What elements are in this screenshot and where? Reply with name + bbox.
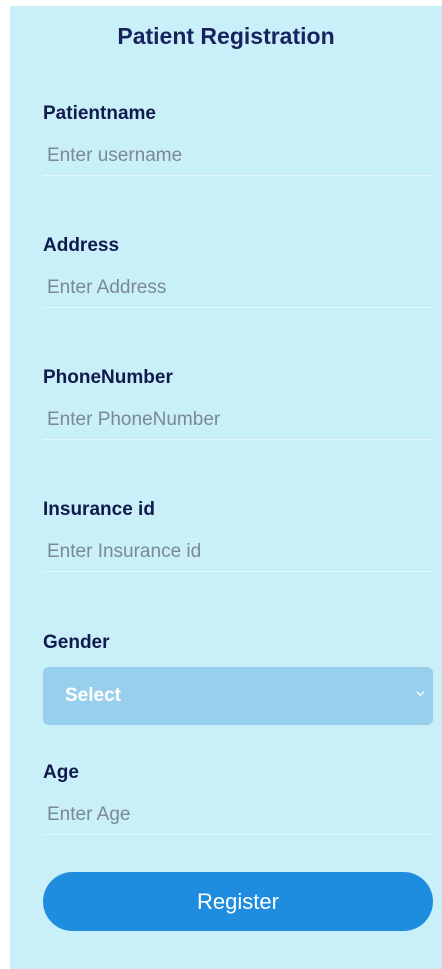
gender-select[interactable]: Select <box>43 667 433 725</box>
insurance-input[interactable] <box>43 532 433 572</box>
address-input[interactable] <box>43 268 433 308</box>
registration-panel: Patient Registration Patientname Address… <box>10 6 442 969</box>
gender-select-value: Select <box>65 685 121 706</box>
phone-label: PhoneNumber <box>43 367 173 388</box>
insurance-label: Insurance id <box>43 499 155 520</box>
patientname-label: Patientname <box>43 103 156 124</box>
address-label: Address <box>43 235 120 256</box>
chevron-down-icon <box>416 691 425 697</box>
gender-label: Gender <box>43 632 110 653</box>
phone-input[interactable] <box>43 400 433 440</box>
age-input[interactable] <box>43 795 433 835</box>
patientname-input[interactable] <box>43 136 433 176</box>
age-label: Age <box>43 762 79 783</box>
form-title: Patient Registration <box>117 23 335 49</box>
register-button[interactable]: Register <box>43 872 433 931</box>
